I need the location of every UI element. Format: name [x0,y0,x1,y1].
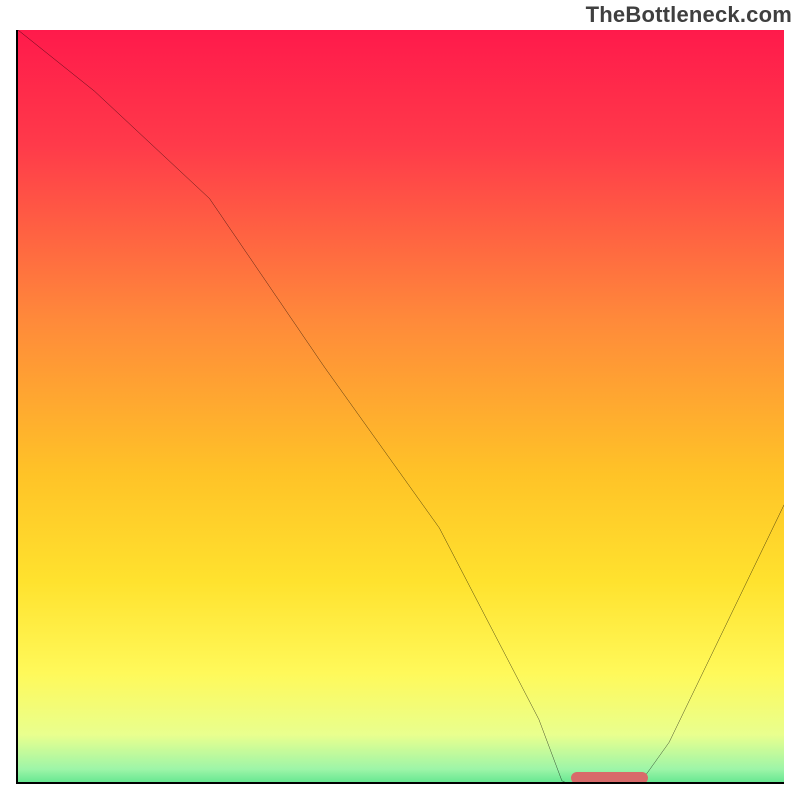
watermark-text: TheBottleneck.com [586,2,792,28]
chart-container: TheBottleneck.com [0,0,800,800]
optimal-range-marker [571,772,648,784]
background-gradient [18,30,784,784]
plot-area [16,30,784,784]
